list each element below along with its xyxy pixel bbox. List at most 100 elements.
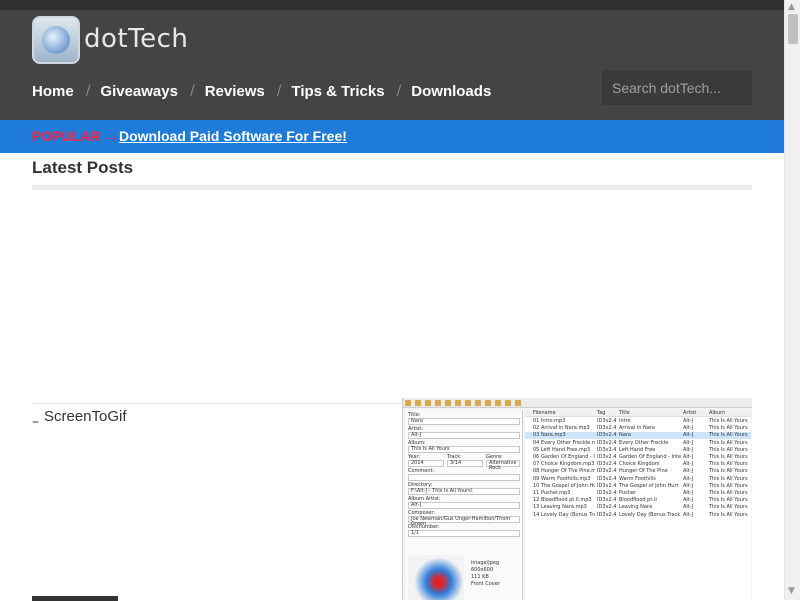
tag-field-input[interactable]: 2014 [408,460,444,467]
file-list-cell: Alt-J [683,461,694,468]
scroll-up-icon[interactable]: ▲ [788,2,795,12]
file-list-cell: Alt-J [683,439,694,446]
tag-field-input[interactable]: Alt-J [408,502,520,509]
file-list-cell: 05 Left Hand Free.mp3 [533,446,591,453]
file-list-cell: This Is All Yours [709,475,748,482]
file-list-cell: Alt-J [683,475,694,482]
file-list-cell: 06 Garden Of England - Int... [533,454,595,460]
file-list-row[interactable]: 07 Choice Kingdom.mp3 ID3v2.4 Choice Kingd… [525,461,751,468]
cover-info-text: Front Cover [471,581,500,587]
file-list-row[interactable]: 09 Warm Foothills.mp3 ID3v2.4 Warm Foothil… [525,476,751,483]
search-input[interactable] [602,70,752,105]
site-logo[interactable] [32,16,80,64]
toolbar-icon [465,400,471,406]
file-list-row[interactable]: 11 Pusher.mp3 ID3v2.4 Pusher Alt-J This Is A… [525,490,751,497]
file-list-cell: Alt-J [683,504,694,511]
main-nav: Home / Giveaways / Reviews / Tips & Tric… [32,80,491,102]
logo-icon [42,26,70,54]
post-thumbnail-tag-editor[interactable]: Title: Nara Artist: Alt-J Album: This Is All … [402,398,752,600]
file-list-cell: ID3v2.4 [597,504,617,511]
file-list-cell: 09 Warm Foothills.mp3 [533,475,591,482]
file-list-cell: Lovely Day (Bonus Track) [619,511,681,518]
top-strip [0,0,784,10]
nav-item-downloads[interactable]: Downloads [411,83,491,100]
toolbar-icon [435,400,441,406]
thumbnail-bar [32,596,118,601]
toolbar-icon [485,400,491,406]
toolbar-icon [415,400,421,406]
file-list-row[interactable]: 01 Intro.mp3 ID3v2.4 Intro Alt-J This Is All… [525,418,751,425]
file-list-row[interactable]: 02 Arrival in Nara.mp3 ID3v2.4 Arrival in … [525,425,751,432]
file-list-cell: 10 The Gospel of John Hurt... [533,482,595,489]
file-list-row[interactable]: 05 Left Hand Free.mp3 ID3v2.4 Left Hand Fr… [525,447,751,454]
file-list-row[interactable]: 14 Lovely Day (Bonus Track)...ID3v2.4Lov… [525,512,751,519]
file-list-row[interactable]: 04 Every Other Freckle.mp3ID3v2.4Every O… [525,440,751,447]
promo-link[interactable]: Download Paid Software For Free! [119,128,347,144]
toolbar-icon [495,400,501,406]
file-list-cell: Nara [619,432,631,439]
file-list-row[interactable]: 03 Nara.mp3 ID3v2.4 Nara Alt-J This Is All Y… [525,432,751,440]
post-thumbnail-screentogif[interactable]: – ScreenToGif [32,403,402,601]
file-list-row[interactable]: 08 Hunger Of The Pine.mp3ID3v2.4Hunger O… [525,468,751,475]
file-list-cell: Leaving Nara [619,504,653,511]
tag-field-input[interactable]: F:\Alt-J - This Is All Yours\ [408,488,520,495]
section-title: Latest Posts [32,158,134,177]
file-list-cell: ID3v2.4 [597,461,617,468]
file-list-cell: Bloodflood pt.II [619,497,657,504]
nav-item-reviews[interactable]: Reviews [205,83,265,100]
file-list-cell: 13 Leaving Nara.mp3 [533,504,587,511]
file-list-cell: ID3v2.4 [597,446,617,453]
scroll-down-icon[interactable]: ▼ [788,586,795,596]
nav-item-giveaways[interactable]: Giveaways [100,83,178,100]
file-list-column-header[interactable]: Title [619,410,681,416]
page-scrollbar[interactable]: ▲ ▼ [784,0,800,600]
toolbar-icon [505,400,511,406]
section-divider [32,185,752,190]
nav-item-home[interactable]: Home [32,83,74,100]
file-list-cell: Alt-J [683,468,694,475]
toolbar-icon [515,400,521,406]
file-list-column-header[interactable]: Filename [533,410,595,416]
file-list-row[interactable]: 12 Bloodflood pt.II.mp3 ID3v2.4 Bloodflood… [525,497,751,504]
file-list-row[interactable]: 13 Leaving Nara.mp3 ID3v2.4 Leaving Nara Al… [525,504,751,511]
tag-field-input[interactable] [408,474,520,481]
tag-field-input[interactable]: Alternative Rock [486,460,520,471]
cover-info-text: image/jpeg [471,560,500,566]
tag-field-input[interactable]: This Is All Yours [408,446,520,453]
file-list-cell: This Is All Yours [709,454,748,460]
file-list-cell: Alt-J [683,446,694,453]
file-list-cell: ID3v2.4 [597,425,617,432]
file-list-cell: ID3v2.4 [597,439,617,446]
window-icon: – [32,414,39,430]
file-list-cell: ID3v2.4 [597,468,617,475]
file-list-cell: 11 Pusher.mp3 [533,490,571,496]
file-list-cell: This Is All Yours [709,446,748,453]
file-list-column-header[interactable]: Tag [597,410,617,416]
file-list-cell: Warm Foothills [619,475,656,482]
nav-item-tips-tricks[interactable]: Tips & Tricks [291,83,384,100]
file-list-cell: Pusher [619,490,637,496]
tag-field-input[interactable]: 3/14 [447,460,483,467]
file-list-cell: 14 Lovely Day (Bonus Track)... [533,511,595,518]
file-list-cell: This Is All Yours [709,468,748,475]
scroll-thumb[interactable] [788,14,798,44]
file-list-column-header[interactable]: Artist [683,410,707,416]
arrow-right-icon: → [104,128,119,144]
file-list-column-header[interactable]: Album [709,410,751,416]
tag-field-input[interactable]: Joe Newman/Gus Unger-Hamilton/Thom Green [408,516,520,527]
nav-separator: / [276,83,282,99]
file-list-cell: This Is All Yours [709,439,748,446]
tag-field-input[interactable]: Alt-J [408,432,520,439]
nav-separator: / [85,83,91,99]
file-list-cell: Choice Kingdom [619,461,660,468]
tag-field-input[interactable]: Nara [408,418,520,425]
tag-field-input[interactable]: 1/1 [408,530,520,537]
toolbar-icon [425,400,431,406]
file-list-row[interactable]: 06 Garden Of England - Int...ID3v2.4Gard… [525,454,751,461]
file-list-cell: This Is All Yours [709,490,748,496]
site-logo-text[interactable]: dotTech [84,24,188,54]
cover-info-text: 600x600 [471,567,494,573]
file-list-row[interactable]: 10 The Gospel of John Hurt...ID3v2.4The … [525,483,751,490]
post-thumbnail-title: ScreenToGif [44,408,127,425]
file-list-cell: The Gospel of John Hurt [619,482,679,489]
